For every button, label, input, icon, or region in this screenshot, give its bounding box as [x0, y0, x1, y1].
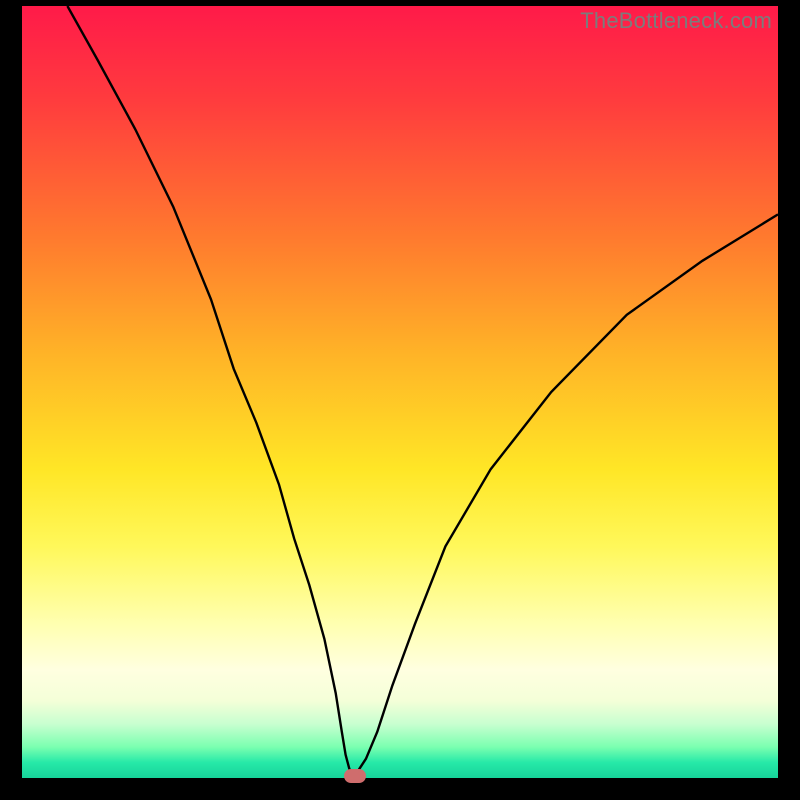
plot-area — [22, 6, 778, 778]
bottleneck-curve — [22, 6, 778, 778]
curve-minimum-marker — [344, 769, 366, 783]
chart-frame: TheBottleneck.com — [0, 0, 800, 800]
watermark-text: TheBottleneck.com — [580, 8, 772, 34]
